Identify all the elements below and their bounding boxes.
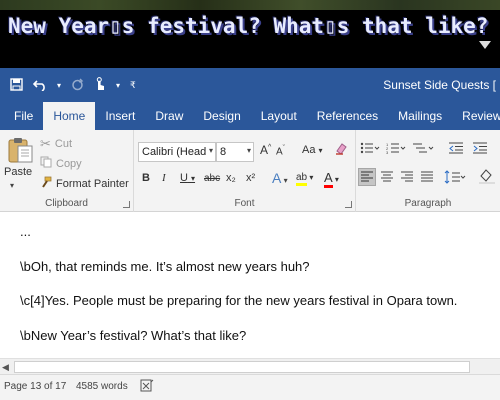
superscript-button[interactable]: x² xyxy=(246,172,255,184)
font-group: Calibri (Head ▾ 8 ▾ A^ Aˇ Aa ▾ B I U ▾ a… xyxy=(134,130,356,212)
font-launcher-icon[interactable] xyxy=(345,201,352,208)
tab-review[interactable]: Review xyxy=(452,102,500,130)
scroll-left-icon[interactable]: ◀ xyxy=(2,362,9,373)
cut-button[interactable]: ✂ Cut xyxy=(40,136,72,152)
scrollbar-thumb[interactable] xyxy=(14,361,470,373)
paragraph-group: 123 Paragraph xyxy=(356,130,500,212)
underline-label: U xyxy=(180,172,188,184)
paintbrush-icon xyxy=(40,176,52,191)
font-size-dropdown[interactable]: 8 ▾ xyxy=(216,142,254,162)
redo-icon[interactable] xyxy=(71,78,84,94)
strikethrough-button[interactable]: abc xyxy=(204,173,220,184)
paste-dropdown-icon[interactable]: ▾ xyxy=(10,181,14,190)
shrink-font-button[interactable]: Aˇ xyxy=(276,145,285,157)
paragraph-group-label: Paragraph xyxy=(404,198,452,209)
grow-font-label: A xyxy=(260,143,269,157)
numbering-icon[interactable]: 123 xyxy=(386,142,406,157)
touch-mode-icon[interactable] xyxy=(94,77,106,94)
game-dialog-box: New Year▯s festival? What▯s that like? xyxy=(0,0,500,68)
document-line: \bOh, that reminds me. It’s almost new y… xyxy=(20,259,310,274)
bullets-icon[interactable] xyxy=(360,142,380,157)
font-size-value: 8 xyxy=(220,146,227,158)
decrease-indent-icon[interactable] xyxy=(448,142,464,157)
font-group-label: Font xyxy=(234,198,255,209)
copy-button[interactable]: Copy xyxy=(40,156,82,171)
change-case-button[interactable]: Aa ▾ xyxy=(302,144,323,156)
highlight-label: ab xyxy=(296,172,308,186)
tab-home[interactable]: Home xyxy=(43,102,96,130)
ribbon-tabs: File Home Insert Draw Design Layout Refe… xyxy=(0,102,500,130)
undo-icon[interactable] xyxy=(32,78,47,94)
page-count[interactable]: Page 13 of 17 xyxy=(4,381,66,392)
paste-icon[interactable] xyxy=(6,136,34,164)
game-scene-strip xyxy=(0,0,500,10)
shading-icon[interactable] xyxy=(478,168,496,187)
title-bar: ▾ ▾ ₹ Sunset Side Quests [ xyxy=(0,68,500,102)
font-name-dropdown[interactable]: Calibri (Head ▾ xyxy=(138,142,216,162)
tab-insert[interactable]: Insert xyxy=(95,102,145,130)
tab-design[interactable]: Design xyxy=(193,102,250,130)
copy-label: Copy xyxy=(56,157,82,170)
cut-label: Cut xyxy=(54,138,73,150)
triangle-down-icon[interactable] xyxy=(478,40,492,50)
document-line: \c[4]Yes. People must be preparing for t… xyxy=(20,293,458,308)
paste-button[interactable]: Paste xyxy=(4,166,32,178)
document-title: Sunset Side Quests [ xyxy=(383,78,496,92)
align-left-button[interactable] xyxy=(358,168,376,186)
justify-icon[interactable] xyxy=(420,170,434,187)
align-center-icon[interactable] xyxy=(380,170,394,187)
status-bar: Page 13 of 17 4585 words xyxy=(0,374,500,400)
clipboard-group: Paste ▾ ✂ Cut Copy Format Painter Clipbo… xyxy=(0,130,134,212)
align-right-icon[interactable] xyxy=(400,170,414,187)
multilevel-list-icon[interactable] xyxy=(412,142,434,157)
font-color-label: A xyxy=(324,170,333,188)
chevron-down-icon: ▾ xyxy=(208,146,213,155)
increase-indent-icon[interactable] xyxy=(472,142,488,157)
change-case-label: Aa xyxy=(302,144,316,156)
text-effects-button[interactable]: A ▾ xyxy=(272,170,288,186)
document-page[interactable]: ... \bOh, that reminds me. It’s almost n… xyxy=(0,212,500,358)
touch-dropdown-icon[interactable]: ▾ xyxy=(116,81,120,90)
format-painter-button[interactable]: Format Painter xyxy=(40,176,129,191)
document-line: ... xyxy=(20,224,31,239)
tab-references[interactable]: References xyxy=(307,102,388,130)
tab-layout[interactable]: Layout xyxy=(251,102,307,130)
save-icon[interactable] xyxy=(10,77,23,94)
grow-font-button[interactable]: A^ xyxy=(260,143,271,157)
italic-button[interactable]: I xyxy=(162,172,166,184)
subscript-button[interactable]: x₂ xyxy=(226,172,236,184)
bold-button[interactable]: B xyxy=(142,172,150,184)
clipboard-launcher-icon[interactable] xyxy=(123,201,130,208)
word-count[interactable]: 4585 words xyxy=(76,381,128,392)
chevron-down-icon: ▾ xyxy=(246,146,251,155)
undo-dropdown-icon[interactable]: ▾ xyxy=(57,81,61,90)
shrink-font-label: A xyxy=(276,146,283,158)
tab-mailings[interactable]: Mailings xyxy=(388,102,452,130)
text-effects-label: A xyxy=(272,170,282,186)
horizontal-scrollbar[interactable]: ◀ xyxy=(0,358,500,374)
format-painter-label: Format Painter xyxy=(56,177,129,190)
copy-icon xyxy=(40,156,52,171)
scissors-icon: ✂ xyxy=(40,136,51,151)
line-spacing-icon[interactable] xyxy=(444,170,466,187)
customize-qat-icon[interactable]: ₹ xyxy=(130,80,136,91)
dialog-text: New Year▯s festival? What▯s that like? xyxy=(8,14,489,38)
quick-access-toolbar: ▾ ▾ ₹ xyxy=(10,77,136,94)
clipboard-group-label: Clipboard xyxy=(45,198,88,209)
clear-formatting-icon[interactable] xyxy=(334,142,348,159)
svg-text:3: 3 xyxy=(386,150,389,154)
document-line: \bNew Year’s festival? What’s that like? xyxy=(20,328,247,343)
font-name-value: Calibri (Head xyxy=(142,146,207,158)
underline-button[interactable]: U ▾ xyxy=(180,172,195,184)
tab-draw[interactable]: Draw xyxy=(145,102,193,130)
highlight-button[interactable]: ab ▾ xyxy=(296,171,313,186)
align-left-icon xyxy=(361,171,373,182)
proofing-icon[interactable] xyxy=(140,379,154,395)
tab-file[interactable]: File xyxy=(4,102,43,130)
ribbon: Paste ▾ ✂ Cut Copy Format Painter Clipbo… xyxy=(0,130,500,212)
font-color-button[interactable]: A ▾ xyxy=(324,170,339,188)
